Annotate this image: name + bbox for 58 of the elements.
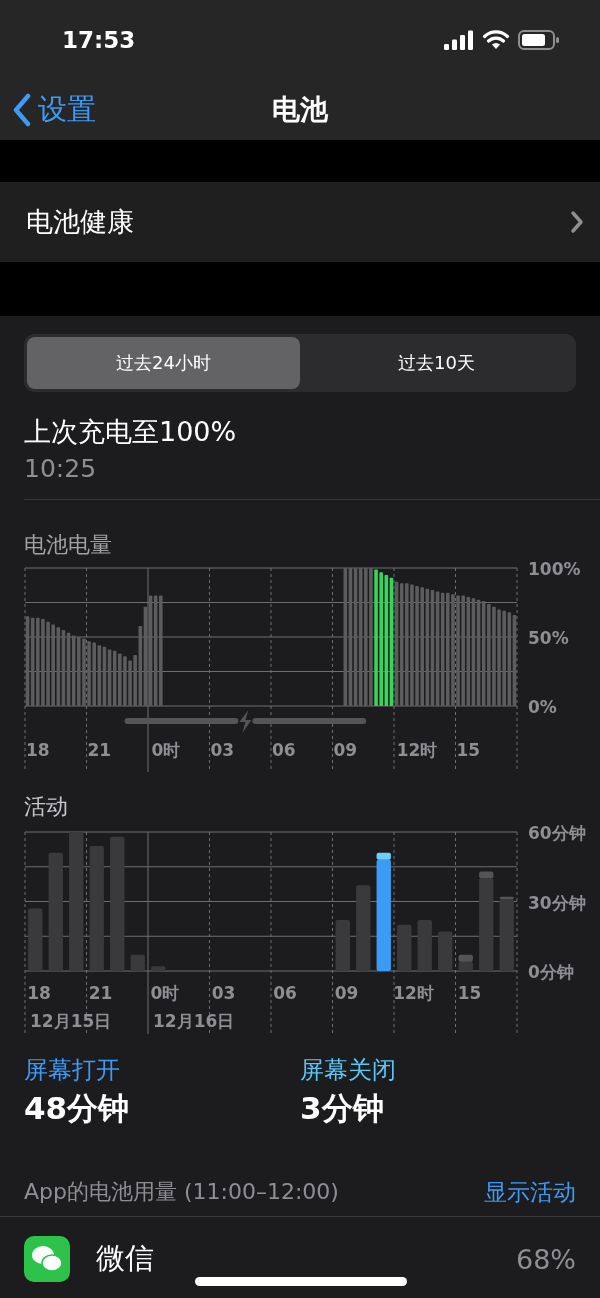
- chat-app-icon: [24, 1236, 70, 1282]
- axis-label: 0时: [150, 983, 180, 1003]
- stat-label: 屏幕关闭: [300, 1055, 397, 1086]
- axis-label: 0分钟: [528, 962, 574, 982]
- date-label: 12月16日: [153, 1011, 235, 1031]
- back-label: 设置: [38, 91, 96, 128]
- axis-label: 60分钟: [528, 823, 586, 843]
- axis-label: 06: [273, 983, 297, 1003]
- axis-label: 15: [456, 740, 481, 760]
- axis-label: 09: [334, 983, 359, 1003]
- chevron-left-icon: [12, 93, 32, 127]
- axis-label: 09: [333, 740, 358, 760]
- stat-value: 3分钟: [300, 1089, 385, 1128]
- range-tab[interactable]: 过去24小时: [27, 337, 300, 389]
- chart-bar: [417, 920, 432, 971]
- chevron-right-icon: [570, 210, 584, 234]
- axis-label: 15: [457, 983, 482, 1003]
- chart-bar: [335, 920, 350, 971]
- page-title: 电池: [272, 92, 328, 128]
- axis-label: 21: [88, 983, 113, 1003]
- axis-label: 12时: [396, 740, 438, 760]
- row-label: 电池健康: [26, 205, 134, 239]
- stat-value: 48分钟: [24, 1089, 131, 1128]
- wifi-icon: [482, 30, 510, 50]
- signal-icon: [444, 30, 474, 50]
- axis-label: 0时: [151, 740, 181, 760]
- chart-bar: [28, 908, 43, 971]
- chart-title: 电池电量: [24, 531, 113, 559]
- app-percent: 68%: [516, 1243, 576, 1275]
- show-activity-link[interactable]: 显示活动: [484, 1176, 576, 1208]
- chart-title: 活动: [24, 793, 69, 821]
- axis-label: 30分钟: [528, 892, 586, 913]
- date-label: 12月15日: [30, 1011, 112, 1031]
- axis-label: 12时: [393, 983, 434, 1003]
- status-time: 17:53: [62, 27, 136, 53]
- axis-label: 03: [211, 983, 236, 1003]
- app-usage-row[interactable]: 微信 68%: [0, 1217, 600, 1298]
- axis-label: 03: [210, 740, 235, 760]
- chart-bar: [130, 954, 145, 971]
- axis-label: 100%: [528, 560, 581, 579]
- app-name: 微信: [96, 1240, 155, 1277]
- chart-bar: [397, 924, 412, 971]
- axis-label: 0%: [528, 697, 557, 717]
- axis-label: 18: [26, 740, 50, 760]
- last-charge-title: 上次充电至100%: [24, 415, 238, 449]
- axis-label: 18: [27, 983, 51, 1003]
- axis-label: 21: [87, 740, 112, 760]
- stat-label: 屏幕打开: [24, 1055, 121, 1086]
- last-charge-time: 10:25: [24, 454, 98, 483]
- axis-label: 50%: [528, 628, 569, 648]
- chart-bar: [151, 966, 166, 971]
- range-tab[interactable]: 过去10天: [300, 337, 573, 389]
- axis-label: 06: [272, 740, 296, 760]
- chart-bar: [438, 931, 453, 971]
- chart-bar: [458, 961, 473, 971]
- section-header: App的电池用量 (11:00–12:00): [24, 1178, 339, 1206]
- battery-icon: [518, 29, 560, 51]
- back-link[interactable]: 设置: [12, 90, 96, 130]
